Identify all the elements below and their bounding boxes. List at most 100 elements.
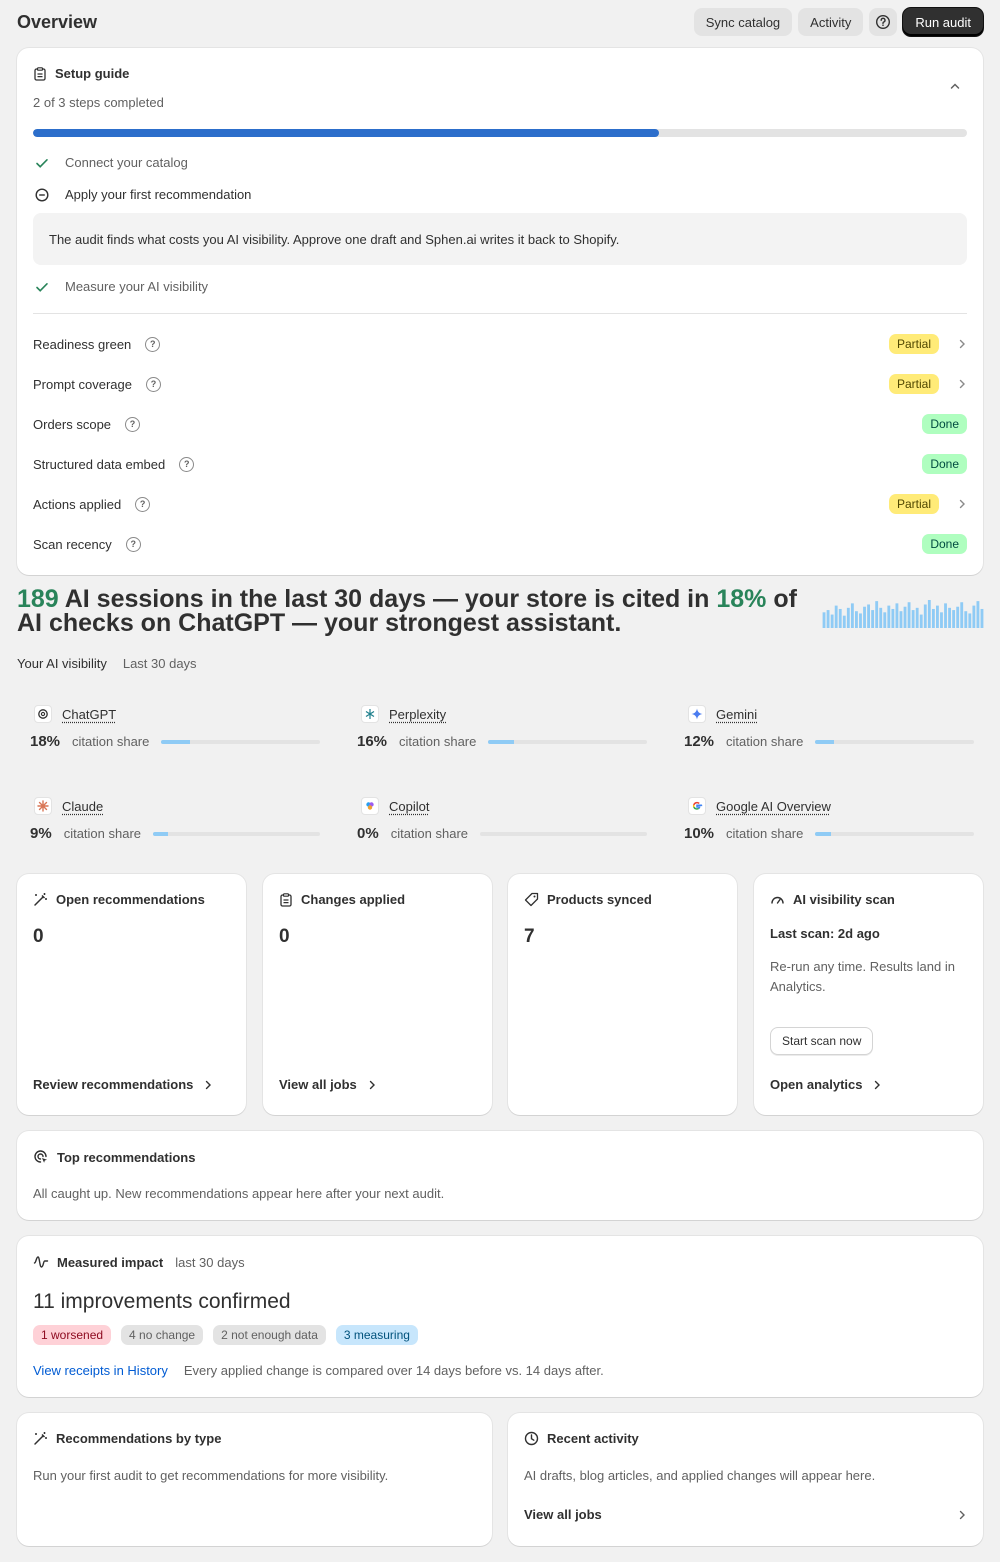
products-synced-header: Products synced	[524, 892, 652, 907]
impact-footer: View receipts in History Every applied c…	[33, 1363, 604, 1378]
assistant-name-row[interactable]: Copilot	[361, 797, 429, 815]
target-cursor-icon	[34, 1150, 47, 1163]
measured-impact-header: Measured impact last 30 days	[33, 1254, 245, 1270]
recent-view-all-jobs-link[interactable]: View all jobs	[524, 1507, 967, 1522]
assistant-share-row: 0% citation share	[357, 825, 647, 842]
activity-button[interactable]: Activity	[798, 8, 864, 36]
help-icon[interactable]: ?	[125, 416, 141, 432]
recent-activity-title: Recent activity	[547, 1431, 639, 1446]
view-all-jobs-link[interactable]: View all jobs	[279, 1077, 377, 1092]
ai-visibility-period: Last 30 days	[122, 656, 197, 671]
sparkline-bar	[871, 610, 875, 628]
help-icon[interactable]: ?	[135, 496, 151, 512]
tag-icon	[524, 892, 539, 907]
measured-impact-card: Measured impact last 30 days 11 improvem…	[17, 1236, 983, 1397]
assistant-share-label: citation share	[72, 734, 150, 749]
checklist-row-right: Done	[922, 454, 967, 474]
sparkline-bar	[960, 602, 964, 628]
step-label: Apply your first recommendation	[65, 187, 252, 202]
sparkline-bar	[952, 610, 956, 628]
changes-applied-card: Changes applied 0 View all jobs	[263, 874, 492, 1115]
assistant-share-value: 10%	[684, 825, 715, 842]
perplexity-icon	[361, 705, 379, 723]
sync-catalog-button[interactable]: Sync catalog	[693, 8, 793, 36]
impact-note: Every applied change is compared over 14…	[183, 1363, 604, 1378]
assistant-share-row: 9% citation share	[30, 825, 320, 842]
improvements-confirmed: 11 improvements confirmed	[33, 1290, 291, 1313]
collapse-button[interactable]	[949, 80, 961, 95]
checklist-label: Orders scope	[33, 416, 112, 432]
chevron-right-icon[interactable]	[957, 499, 967, 509]
checklist-label: Structured data embed	[33, 456, 166, 472]
review-recommendations-link[interactable]: Review recommendations	[33, 1077, 213, 1092]
sparkline-bar	[859, 613, 862, 628]
assistant-share-label: citation share	[390, 826, 469, 841]
assistant-visibility-item: Perplexity 16% citation share	[357, 705, 651, 765]
page-header: Overview Sync catalog Activity Run audit	[17, 6, 983, 38]
sparkline-bar	[846, 607, 850, 628]
sparkline-bar	[911, 610, 915, 628]
open-analytics-link[interactable]: Open analytics	[770, 1077, 882, 1092]
assistant-name: Google AI Overview	[716, 798, 831, 814]
assistant-share-value: 16%	[357, 733, 388, 750]
assistant-name-row[interactable]: Google AI Overview	[688, 797, 831, 815]
run-audit-button[interactable]: Run audit	[903, 8, 983, 36]
sparkline-bar	[879, 607, 883, 628]
step-apply-recommendation[interactable]: Apply your first recommendation	[35, 187, 251, 202]
assistant-name: Claude	[62, 798, 104, 814]
step-connect-catalog[interactable]: Connect your catalog	[35, 155, 188, 170]
assistant-name: Perplexity	[389, 706, 447, 722]
assistant-name-row[interactable]: Claude	[34, 797, 103, 815]
checklist-row[interactable]: Readiness green? Partial	[33, 332, 967, 356]
ai-sessions-headline: 189 AI sessions in the last 30 days — yo…	[17, 587, 807, 636]
checklist-row-left: Readiness green?	[33, 336, 161, 352]
gauge-icon	[771, 896, 784, 904]
sparkline-bar	[822, 612, 826, 628]
assistant-name-row[interactable]: ChatGPT	[34, 705, 116, 723]
top-recommendations-title: Top recommendations	[57, 1149, 196, 1165]
ai-visibility-header: Your AI visibility Last 30 days	[17, 656, 197, 671]
assistant-share-bar	[815, 739, 974, 744]
start-scan-button[interactable]: Start scan now	[770, 1027, 874, 1055]
open-recommendations-card: Open recommendations 0 Review recommenda…	[17, 874, 246, 1115]
assistant-share-fill	[161, 739, 190, 744]
assistant-share-row: 12% citation share	[684, 733, 974, 750]
help-icon[interactable]: ?	[145, 336, 161, 352]
assistant-name-row[interactable]: Gemini	[688, 705, 757, 723]
chatgpt-icon	[34, 705, 52, 723]
gemini-icon	[688, 705, 706, 723]
assistant-share-row: 18% citation share	[30, 733, 320, 750]
open-recommendations-value: 0	[33, 926, 44, 947]
checklist-row[interactable]: Prompt coverage? Partial	[33, 372, 967, 396]
top-recommendations-empty-text: All caught up. New recommendations appea…	[33, 1186, 445, 1201]
assistant-name: ChatGPT	[62, 706, 117, 722]
sparkline-bar	[899, 611, 903, 628]
help-icon[interactable]: ?	[146, 376, 161, 392]
not-enough-data-chip: 2 not enough data	[213, 1325, 326, 1345]
scan-description: Re-run any time. Results land in Analyti…	[770, 959, 955, 994]
checklist-row-right: Done	[922, 534, 967, 554]
view-receipts-link[interactable]: View receipts in History	[33, 1363, 168, 1378]
help-icon[interactable]: ?	[125, 536, 141, 552]
measured-impact-period: last 30 days	[175, 1254, 245, 1270]
step-label: Connect your catalog	[65, 155, 188, 170]
step-measure-visibility[interactable]: Measure your AI visibility	[35, 279, 208, 294]
checklist-label: Scan recency	[33, 536, 112, 552]
sparkline-bar	[863, 606, 866, 628]
assistant-share-value: 18%	[30, 733, 61, 750]
assistant-share-bar	[815, 831, 974, 836]
checklist-row: Orders scope? Done	[33, 412, 967, 436]
google-icon	[688, 797, 706, 815]
assistant-visibility-item: Gemini 12% citation share	[684, 705, 978, 765]
checklist-label: Prompt coverage	[33, 376, 132, 392]
help-icon[interactable]: ?	[179, 456, 195, 472]
assistant-share-fill	[815, 739, 835, 744]
assistant-name-row[interactable]: Perplexity	[361, 705, 446, 723]
help-button[interactable]	[869, 8, 898, 36]
assistant-share-fill	[815, 831, 832, 836]
checklist-row[interactable]: Actions applied? Partial	[33, 492, 967, 516]
chevron-right-icon[interactable]	[957, 339, 967, 349]
sparkline-bar	[875, 601, 879, 628]
chevron-right-icon[interactable]	[957, 379, 967, 389]
sparkline-bar	[980, 608, 984, 628]
